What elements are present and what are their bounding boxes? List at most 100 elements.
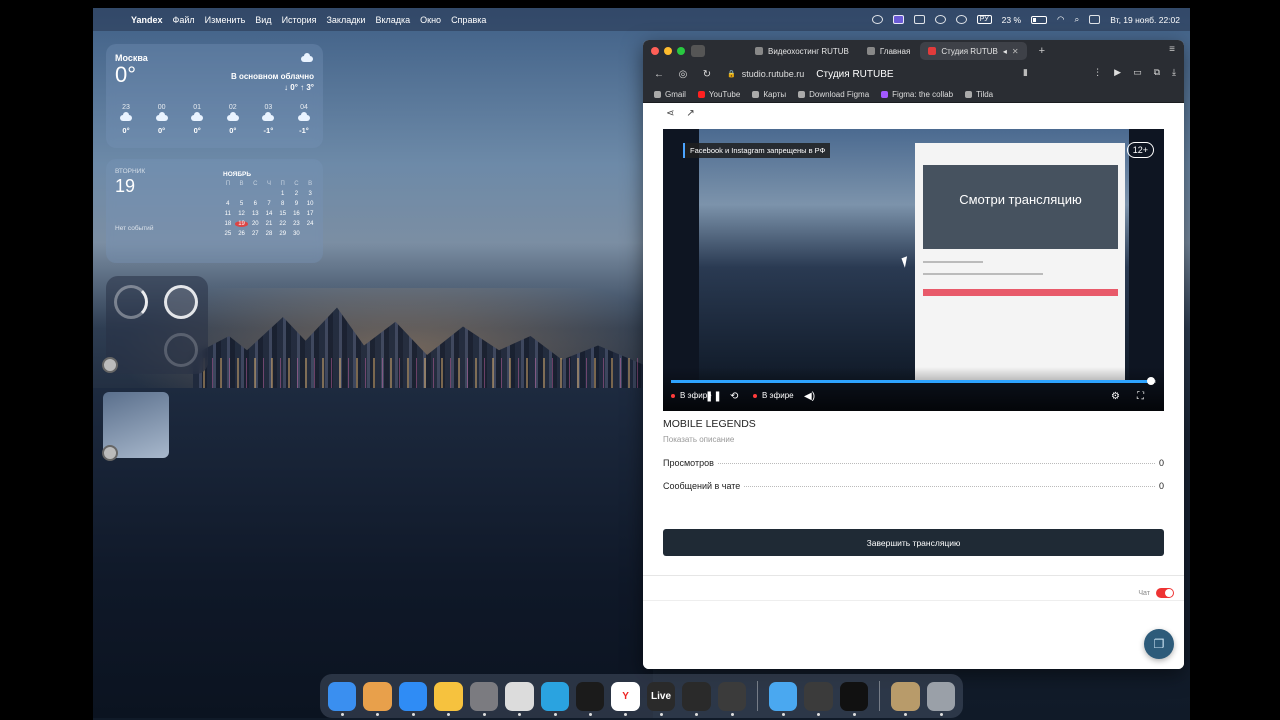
davinci-icon[interactable] — [717, 681, 747, 716]
bookmark-gmail[interactable]: Gmail — [654, 90, 686, 99]
display-icon[interactable] — [913, 15, 925, 24]
replay-icon[interactable]: ⟲ — [730, 391, 738, 402]
window-controls — [651, 47, 685, 55]
support-button[interactable]: ❐ — [1144, 629, 1174, 659]
capcut-icon[interactable] — [839, 681, 869, 716]
screen-record-icon[interactable] — [892, 15, 904, 24]
control-icon[interactable] — [871, 15, 883, 24]
calendar-weekday-header: П — [225, 181, 230, 187]
bookmark-tilda[interactable]: Tilda — [965, 90, 993, 99]
menu-edit[interactable]: Изменить — [200, 15, 251, 25]
end-stream-button[interactable]: Завершить трансляцию — [663, 529, 1164, 556]
extension-icon[interactable] — [731, 45, 745, 57]
calendar-date: 21 — [265, 221, 273, 227]
extensions-icon[interactable]: ⧉ — [1154, 67, 1160, 78]
tab-rutube-studio[interactable]: Студия RUTUB ◂ ✕ — [920, 42, 1027, 60]
weather-widget[interactable]: Москва 0° В основном облачно ↓ 0° ↑ 3° 2… — [106, 44, 323, 148]
calendar-date — [248, 191, 262, 197]
external-link-icon[interactable]: ↗ — [686, 108, 694, 119]
settings-icon[interactable] — [102, 357, 118, 373]
menu-history[interactable]: История — [277, 15, 322, 25]
clock[interactable]: Вт, 19 нояб. 22:02 — [1110, 15, 1180, 25]
back-icon[interactable]: ← — [651, 69, 667, 80]
telegram-icon[interactable] — [540, 681, 569, 716]
launchpad-icon[interactable] — [363, 681, 392, 716]
menu-icon[interactable]: ≡ — [1169, 44, 1175, 55]
menu-file[interactable]: Файл — [168, 15, 200, 25]
close-tab-icon[interactable]: ✕ — [1012, 47, 1019, 56]
menu-view[interactable]: Вид — [250, 15, 276, 25]
menu-bookmarks[interactable]: Закладки — [321, 15, 370, 25]
chat-switch[interactable] — [1156, 588, 1174, 598]
download-icon[interactable]: ⤓ — [1172, 67, 1176, 78]
calendar-widget[interactable]: ВТОРНИК 19 Нет событий НОЯБРЬ ПВСЧПСВ123… — [106, 159, 323, 263]
new-tab-button[interactable]: + — [1039, 45, 1045, 57]
live-indicator[interactable]: В эфире — [753, 391, 794, 400]
figma-icon — [881, 90, 889, 98]
chat-toggle[interactable]: Чат — [1138, 588, 1174, 598]
media-icon[interactable]: ▶ — [1114, 67, 1121, 78]
cloud-icon[interactable] — [769, 681, 798, 716]
bookmark-figma[interactable]: Figma: the collab — [881, 90, 953, 99]
live-icon[interactable]: Live — [646, 681, 676, 716]
menu-tab[interactable]: Вкладка — [370, 15, 415, 25]
stream-title: MOBILE LEGENDS — [663, 418, 756, 430]
dock-separator — [879, 681, 881, 711]
volume-icon[interactable]: ◀) — [804, 391, 815, 402]
archive-icon[interactable] — [891, 681, 920, 716]
control-center-icon[interactable] — [1089, 15, 1101, 24]
bookmark-icon[interactable]: ▮ — [1023, 67, 1028, 78]
play-icon[interactable] — [934, 15, 946, 24]
maximize-window-button[interactable] — [677, 47, 685, 55]
video-player[interactable]: Смотри трансляцию Facebook и Instagram з… — [663, 129, 1164, 411]
bookmark-youtube[interactable]: YouTube — [697, 90, 740, 99]
keyboard-layout[interactable]: РУ — [976, 15, 992, 24]
cloud-icon — [297, 112, 310, 121]
url-domain[interactable]: studio.rutube.ru — [742, 69, 805, 79]
minimize-window-button[interactable] — [664, 47, 672, 55]
calendar-grid: П В С Ч П С В 1 2 3 4 5 6 7 8 9 10 11 12 13 14 15 16 17 18 19 20 21… — [221, 181, 317, 237]
battery-saver-icon[interactable]: ▭ — [1133, 67, 1142, 78]
bookmark-label: Tilda — [976, 89, 994, 99]
settings-gear-icon[interactable]: ⚙ — [1111, 391, 1120, 402]
close-window-button[interactable] — [651, 47, 659, 55]
show-description-link[interactable]: Показать описание — [663, 435, 734, 444]
system-settings-icon[interactable] — [469, 681, 499, 716]
menu-help[interactable]: Справка — [446, 15, 491, 25]
tab-rutube-hosting[interactable]: Видеохостинг RUTUB — [747, 42, 857, 60]
trash-icon[interactable] — [926, 681, 956, 716]
more-icon[interactable]: ⋮ — [1093, 67, 1102, 78]
yandex-browser-icon[interactable]: Y — [611, 681, 640, 716]
camera-icon[interactable] — [691, 45, 705, 57]
menu-window[interactable]: Окно — [415, 15, 446, 25]
tab-home[interactable]: Главная — [859, 42, 918, 60]
safari-icon[interactable] — [398, 681, 428, 716]
fullscreen-icon[interactable]: ⛶ — [1137, 391, 1144, 402]
davinci-icon-2[interactable] — [804, 681, 833, 716]
bookmark-maps[interactable]: Карты — [752, 90, 786, 99]
tabs-menu-icon[interactable] — [711, 45, 725, 57]
bookmark-download-figma[interactable]: Download Figma — [798, 90, 869, 99]
search-icon[interactable]: ⌕ — [1074, 14, 1079, 25]
reload-icon[interactable]: ↻ — [699, 69, 715, 80]
menu-app-name[interactable]: Yandex — [126, 15, 168, 25]
lock-icon[interactable]: 🔒 — [727, 70, 736, 78]
spark-icon[interactable] — [575, 681, 605, 716]
activity-widget[interactable] — [106, 276, 208, 374]
views-value: 0 — [1158, 458, 1164, 468]
page-title[interactable]: Студия RUTUBE — [816, 69, 893, 80]
pause-icon[interactable]: ❚❚ — [705, 391, 722, 402]
obs-icon[interactable] — [682, 681, 711, 716]
cloud-icon — [120, 112, 132, 121]
sound-icon[interactable]: ◂ — [1003, 47, 1007, 56]
wifi-icon[interactable]: ◠ — [1057, 14, 1064, 25]
photos-icon[interactable] — [434, 681, 463, 716]
obs-icon[interactable] — [102, 445, 118, 461]
share-icon[interactable]: ⋖ — [666, 108, 674, 119]
user-icon[interactable] — [955, 15, 967, 24]
protect-icon[interactable]: ◎ — [675, 69, 691, 80]
progress-bar[interactable] — [671, 377, 1156, 385]
battery-icon[interactable] — [1031, 15, 1048, 24]
notes-icon[interactable] — [505, 681, 534, 716]
finder-icon[interactable] — [328, 681, 357, 716]
